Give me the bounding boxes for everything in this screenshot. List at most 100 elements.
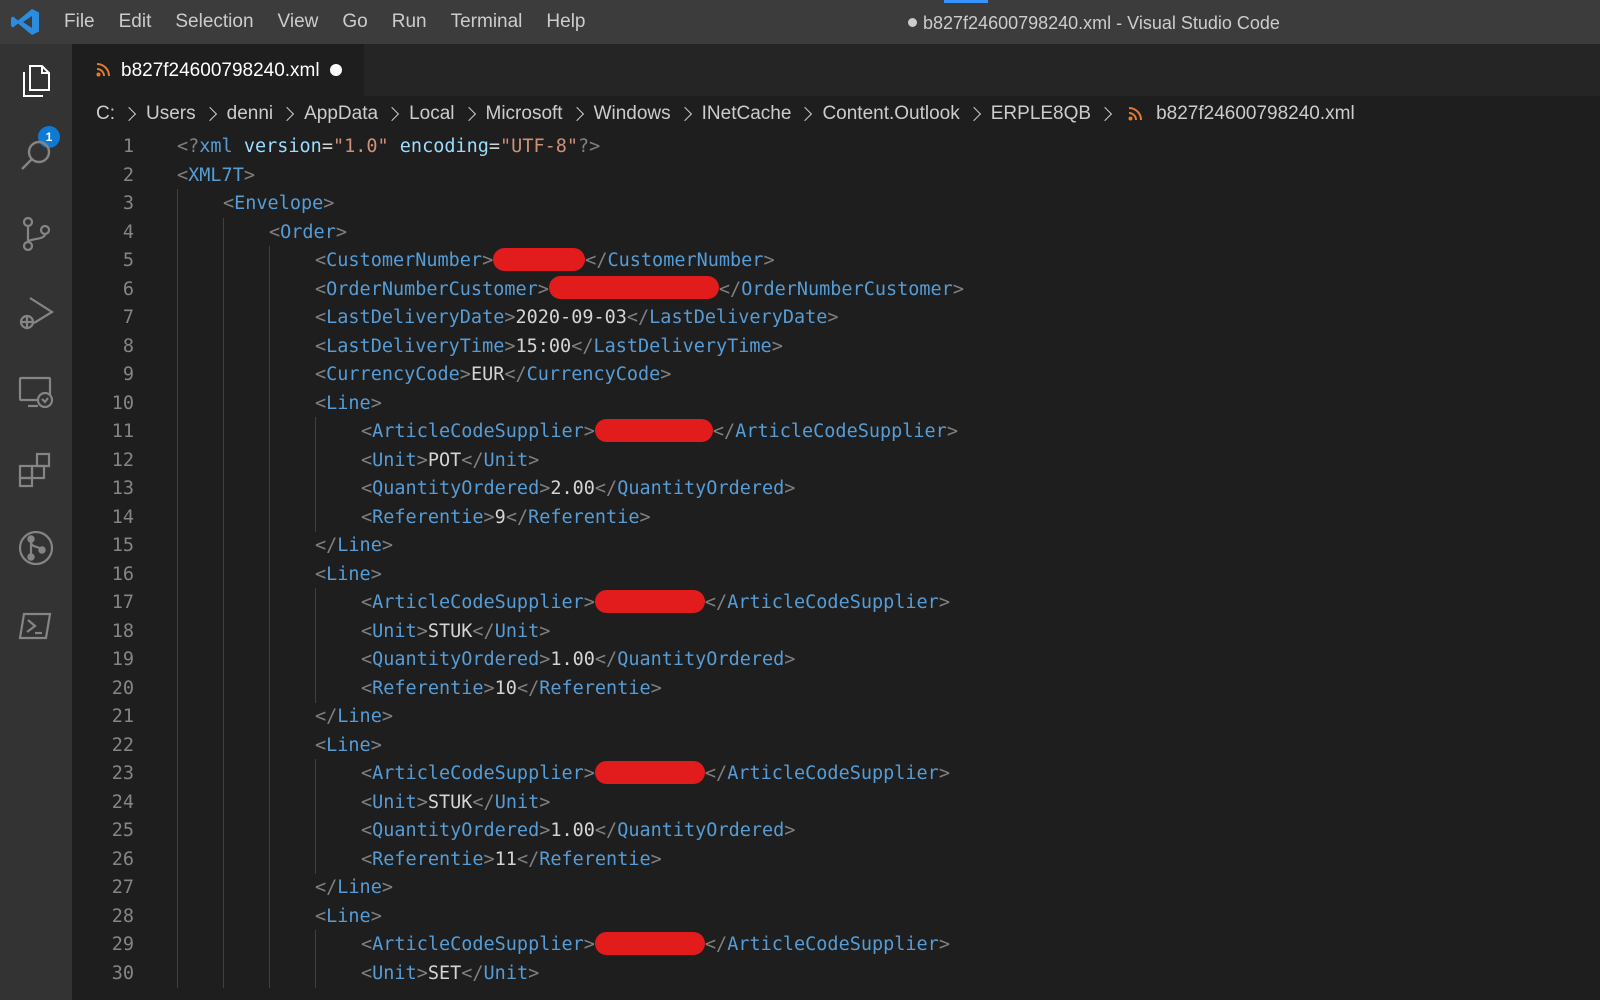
line-number: 19	[111, 649, 134, 670]
tag-name: Referentie	[528, 506, 640, 528]
breadcrumb-item[interactable]: Content.Outlook	[822, 103, 959, 125]
code-line[interactable]: 18 <Unit>STUK</Unit>	[72, 616, 1600, 646]
indent-guide	[177, 474, 178, 503]
git-graph-icon[interactable]	[16, 528, 56, 568]
code-text: <Unit>POT</Unit>	[361, 446, 539, 475]
chevron-right-icon	[202, 106, 217, 122]
code-line[interactable]: 2 <XML7T>	[72, 161, 1600, 190]
remote-explorer-icon[interactable]	[16, 372, 56, 412]
code-line[interactable]: 28 <Line>	[72, 901, 1600, 931]
punctuation: >	[771, 335, 783, 357]
code-text: <Envelope>	[223, 189, 334, 218]
code-line[interactable]: 9 <CurrencyCode>EUR</CurrencyCode>	[72, 360, 1600, 389]
indent-guide	[177, 274, 178, 304]
extensions-icon[interactable]	[16, 450, 56, 490]
code-line[interactable]: 17 <ArticleCodeSupplier> </ArticleCodeSupp…	[72, 588, 1600, 617]
indent-guide	[223, 616, 224, 646]
breadcrumb-item[interactable]: Local	[409, 103, 454, 125]
breadcrumb-item[interactable]: b827f24600798240.xml	[1156, 103, 1355, 125]
breadcrumb-item[interactable]: INetCache	[702, 103, 792, 125]
code-editor[interactable]: 1 <?xml version="1.0" encoding="UTF-8"?> 2…	[72, 132, 1600, 1000]
punctuation: </	[704, 592, 728, 613]
code-line[interactable]: 29 <ArticleCodeSupplier> </ArticleCodeSupp…	[72, 930, 1600, 959]
breadcrumb-item[interactable]: ERPLE8QB	[991, 103, 1091, 125]
menu-help[interactable]: Help	[534, 0, 597, 44]
punctuation: <	[177, 164, 189, 186]
punctuation: >	[827, 307, 839, 328]
search-icon[interactable]	[16, 136, 56, 176]
tab-modified-dot-icon[interactable]	[330, 64, 342, 76]
code-line[interactable]: 15 </Line>	[72, 531, 1600, 560]
punctuation: >	[370, 563, 382, 585]
indent-guide	[223, 445, 224, 475]
menu-edit[interactable]: Edit	[107, 0, 164, 44]
attribute-name: version	[243, 136, 322, 157]
breadcrumb-item[interactable]: C:	[96, 103, 115, 125]
code-line[interactable]: 21 </Line>	[72, 702, 1600, 731]
code-line[interactable]: 4 <Order>	[72, 217, 1600, 247]
punctuation: </	[472, 791, 495, 813]
code-text: <QuantityOrdered>1.00</QuantityOrdered>	[361, 816, 795, 845]
powershell-icon[interactable]	[16, 606, 56, 646]
menu-run[interactable]: Run	[380, 0, 439, 44]
menu-go[interactable]: Go	[330, 0, 379, 44]
tag-name: LastDeliveryDate	[326, 307, 505, 328]
code-line[interactable]: 26 <Referentie>11</Referentie>	[72, 844, 1600, 874]
indent-guide	[269, 274, 270, 304]
code-line[interactable]: 23 <ArticleCodeSupplier> </ArticleCodeSupp…	[72, 759, 1600, 788]
indent-guide	[177, 645, 178, 674]
code-line[interactable]: 12 <Unit>POT</Unit>	[72, 445, 1600, 475]
tag-name: CustomerNumber	[607, 250, 764, 271]
code-line[interactable]: 25 <QuantityOrdered>1.00</QuantityOrdered…	[72, 816, 1600, 845]
code-line[interactable]: 8 <LastDeliveryTime>15:00</LastDeliveryTi…	[72, 331, 1600, 361]
code-line[interactable]: 11 <ArticleCodeSupplier> </ArticleCodeSupp…	[72, 417, 1600, 446]
indent-guide	[223, 531, 224, 560]
code-line[interactable]: 24 <Unit>STUK</Unit>	[72, 787, 1600, 817]
code-line[interactable]: 14 <Referentie>9</Referentie>	[72, 502, 1600, 532]
code-line[interactable]: 10 <Line>	[72, 388, 1600, 418]
code-text: <LastDeliveryTime>15:00</LastDeliveryTim…	[315, 332, 783, 361]
code-line[interactable]: 1 <?xml version="1.0" encoding="UTF-8"?>	[72, 132, 1600, 161]
run-debug-icon[interactable]	[16, 292, 56, 332]
breadcrumb-item[interactable]: Users	[146, 103, 196, 125]
code-line[interactable]: 3 <Envelope>	[72, 189, 1600, 218]
vscode-logo-icon[interactable]	[10, 8, 40, 36]
tag-name: Unit	[372, 791, 417, 813]
code-line[interactable]: 22 <Line>	[72, 730, 1600, 760]
indent-guide	[269, 873, 270, 902]
breadcrumb-item[interactable]: denni	[227, 103, 274, 125]
menu-selection[interactable]: Selection	[163, 0, 265, 44]
menu-terminal[interactable]: Terminal	[439, 0, 535, 44]
editor-tab[interactable]: b827f24600798240.xml	[72, 44, 364, 96]
text-value: 9	[494, 506, 506, 528]
code-line[interactable]: 30 <Unit>SET</Unit>	[72, 958, 1600, 988]
breadcrumb-item[interactable]: Microsoft	[486, 103, 563, 125]
code-line[interactable]: 27 </Line>	[72, 873, 1600, 902]
indent-guide	[177, 559, 178, 589]
code-line[interactable]: 19 <QuantityOrdered>1.00</QuantityOrdered…	[72, 645, 1600, 674]
line-number: 14	[111, 506, 134, 528]
indent-guide	[269, 787, 270, 817]
xml-file-icon	[96, 63, 110, 77]
indent-guide	[223, 702, 224, 731]
indent-guide	[177, 958, 178, 988]
code-line[interactable]: 6 <OrderNumberCustomer> </OrderNumberCusto…	[72, 274, 1600, 304]
indent-guide	[177, 873, 178, 902]
breadcrumb-item[interactable]: AppData	[304, 103, 378, 125]
window-title: b827f24600798240.xml - Visual Studio Cod…	[908, 0, 1280, 46]
tag-name: Referentie	[372, 506, 484, 528]
files-icon[interactable]	[16, 60, 56, 100]
menu-view[interactable]: View	[266, 0, 331, 44]
code-line[interactable]: 5 <CustomerNumber> </CustomerNumber>	[72, 246, 1600, 275]
menu-file[interactable]: File	[52, 0, 107, 44]
punctuation: >	[482, 250, 494, 271]
indent-guide	[269, 360, 270, 389]
source-control-icon[interactable]	[16, 214, 56, 254]
code-line[interactable]: 7 <LastDeliveryDate>2020-09-03</LastDeliv…	[72, 303, 1600, 332]
breadcrumb-item[interactable]: Windows	[594, 103, 671, 125]
code-line[interactable]: 20 <Referentie>10</Referentie>	[72, 673, 1600, 703]
code-line[interactable]: 16 <Line>	[72, 559, 1600, 589]
code-line[interactable]: 13 <QuantityOrdered>2.00</QuantityOrdered…	[72, 474, 1600, 503]
code-text: <Unit>SET</Unit>	[361, 959, 539, 988]
text-value: =	[488, 136, 501, 157]
